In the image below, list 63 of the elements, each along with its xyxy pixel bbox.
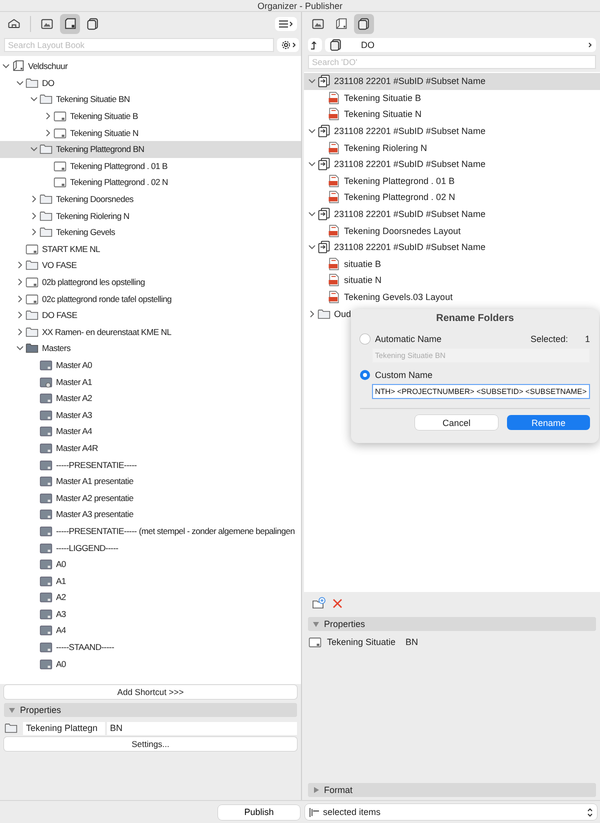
tree-item-label: Tekening Gevels.03 Layout	[344, 292, 453, 302]
tree-item-label: -----PRESENTATIE----- (met stempel - zonder algemene bepalingen	[56, 526, 295, 536]
tree-item-label: situatie N	[344, 275, 382, 286]
tree-item-label: A0	[56, 658, 66, 669]
tree-item-label: Tekening Situatie N	[70, 128, 138, 138]
tree-item-label: Tekening Riolering N	[56, 210, 130, 221]
tree-item-label: Tekening Situatie B	[70, 111, 138, 122]
tree-item-label: Tekening Plattegrond . 02 N	[70, 177, 168, 188]
tree-item-label: -----PRESENTATIE-----	[56, 460, 137, 470]
tree-item-label: A1	[56, 576, 66, 586]
tree-item-label: Veldschuur	[28, 61, 68, 72]
section-title: Format	[324, 785, 353, 795]
tree-item-label: A3	[56, 608, 66, 619]
option-label: Automatic Name	[375, 334, 443, 344]
tree-item-label: 02b plattegrond les opstelling	[42, 277, 145, 288]
tree-item-label: 231108 22201 #SubID #Subset Name	[334, 76, 486, 86]
selected-count: 1	[584, 334, 590, 344]
tree-item-label: Master A2	[56, 393, 92, 404]
section-title: Properties	[20, 705, 62, 715]
tree-item-label: Tekening Plattegrond . 01 B	[70, 160, 168, 171]
item-id: BN	[406, 637, 418, 647]
tree-item-label: A2	[56, 592, 66, 602]
tree-item-label: 231108 22201 #SubID #Subset Name	[334, 209, 486, 220]
tree-item-label: Tekening Situatie BN	[56, 94, 130, 104]
tree-item-label: 231108 22201 #SubID #Subset Name	[334, 242, 486, 252]
window-title: Organizer - Publisher	[0, 0, 600, 12]
tree-item-label: Tekening Plattegrond . 02 N	[344, 192, 456, 202]
tree-item-label: Tekening Riolering N	[344, 142, 428, 153]
tree-item-label: Oud	[334, 308, 352, 319]
tree-item-label: Masters	[42, 343, 70, 354]
tree-item-label: Tekening Situatie B	[344, 92, 422, 103]
tree-item-label: VO FASE	[42, 260, 77, 270]
tree-item-label: 231108 22201 #SubID #Subset Name	[334, 126, 486, 136]
tree-item-label: Tekening Situatie N	[344, 109, 422, 120]
tree-item-label: Tekening Plattegrond BN	[56, 144, 144, 154]
option-label: Custom Name	[375, 370, 434, 380]
tree-item-label: Master A1	[56, 376, 92, 387]
tree-item-label: Master A3	[56, 410, 92, 420]
tree-item-label: Master A3 presentatie	[56, 509, 134, 520]
tree-item-label: -----LIGGEND-----	[56, 542, 118, 553]
tree-item-label: Tekening Doorsnedes Layout	[344, 226, 461, 236]
tree-item-label: Master A0	[56, 360, 92, 370]
tree-item-label: Master A4	[56, 426, 92, 436]
tree-item-label: -----STAAND-----	[56, 642, 114, 652]
tree-item-label: XX Ramen- en deurenstaat KME NL	[42, 326, 172, 337]
tree-item-label: Master A2 presentatie	[56, 492, 134, 503]
tree-item-label: 231108 22201 #SubID #Subset Name	[334, 159, 486, 170]
tree-item-label: A0	[56, 559, 66, 570]
tree-item-label: 02c plattegrond ronde tafel opstelling	[42, 294, 172, 304]
tree-item-label: A4	[56, 625, 66, 636]
selected-label: Selected:	[530, 334, 568, 344]
tree-item-label: Master A4R	[56, 442, 98, 453]
tree-item-label: situatie B	[344, 258, 382, 269]
dialog-title: Rename Folders	[436, 312, 514, 326]
tree-item-label: START KME NL	[42, 244, 100, 254]
item-name: Tekening Situatie	[327, 637, 396, 647]
tree-item-label: Tekening Doorsnedes	[56, 194, 134, 204]
tree-item-label: Tekening Plattegrond . 01 B	[344, 176, 455, 186]
section-title: Properties	[324, 619, 366, 629]
tree-item-label: Master A1 presentatie	[56, 476, 134, 486]
tree-item-label: DO FASE	[42, 310, 78, 320]
tree-item-label: Tekening Gevels	[56, 227, 116, 238]
tree-item-label: DO	[42, 78, 54, 88]
